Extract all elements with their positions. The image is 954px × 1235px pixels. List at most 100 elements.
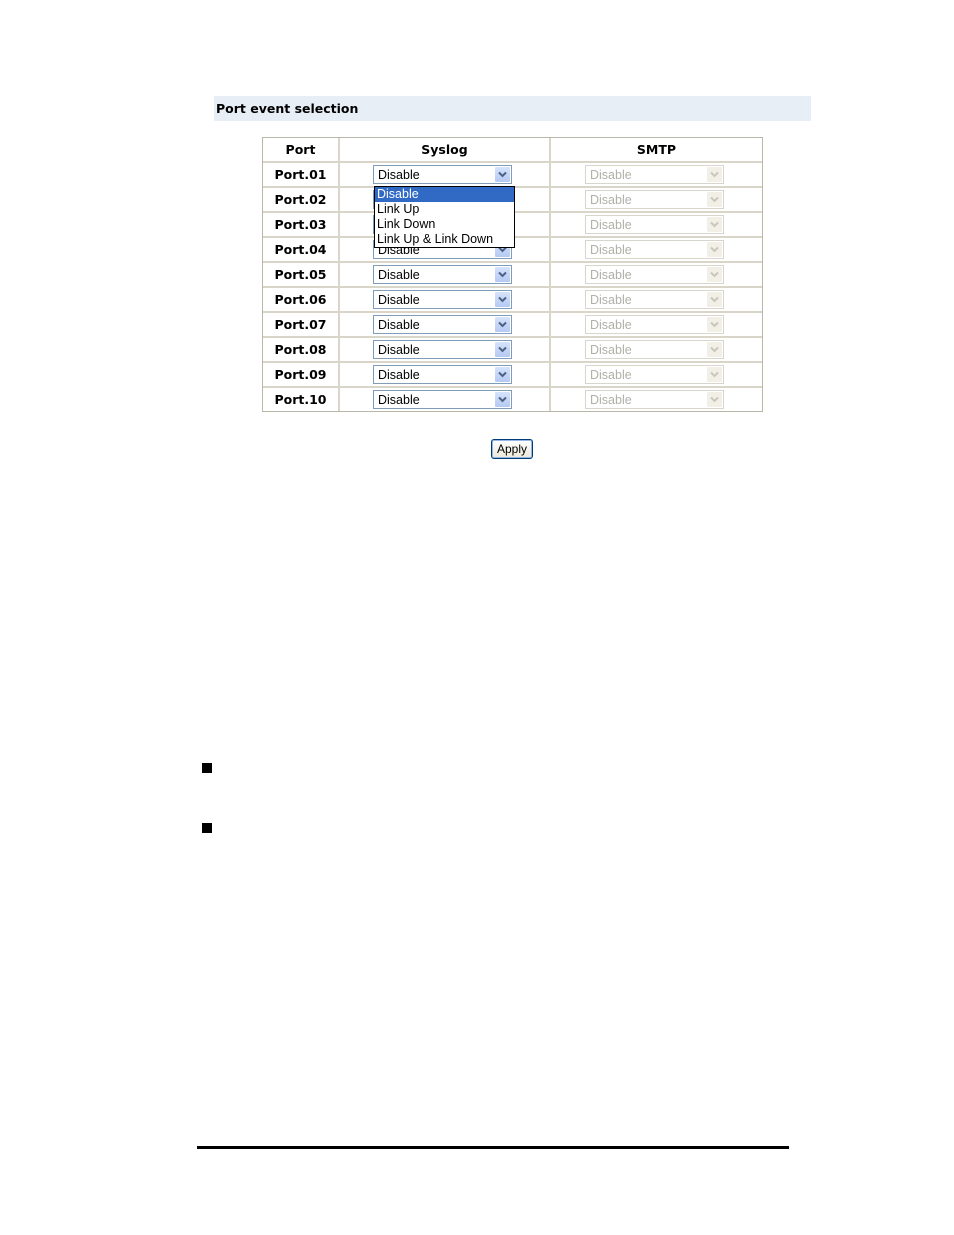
bullet-square-icon	[202, 823, 212, 833]
smtp-select: Disable	[585, 340, 724, 359]
dropdown-option[interactable]: Link Down	[375, 217, 514, 232]
syslog-select[interactable]: Disable	[373, 365, 512, 384]
chevron-down-icon[interactable]	[495, 392, 510, 407]
chevron-down-icon[interactable]	[495, 317, 510, 332]
syslog-select-value: Disable	[378, 168, 420, 182]
smtp-select-value: Disable	[590, 393, 632, 407]
table-row-port-06: Port.06 Disable Disable	[263, 288, 762, 313]
syslog-select[interactable]: Disable	[373, 290, 512, 309]
smtp-cell: Disable	[551, 313, 762, 338]
port-name: Port.03	[263, 213, 340, 238]
footer-divider	[197, 1146, 789, 1149]
chevron-down-icon	[707, 392, 722, 407]
port-event-table: Port Syslog SMTP Port.01 Disable Disable	[262, 137, 763, 412]
smtp-select: Disable	[585, 290, 724, 309]
chevron-down-icon[interactable]	[495, 367, 510, 382]
syslog-select-value: Disable	[378, 393, 420, 407]
smtp-cell: Disable	[551, 188, 762, 213]
smtp-select-value: Disable	[590, 293, 632, 307]
dropdown-option[interactable]: Link Up & Link Down	[375, 232, 514, 247]
dropdown-option[interactable]: Disable	[375, 187, 514, 202]
smtp-cell: Disable	[551, 238, 762, 263]
table-header-row: Port Syslog SMTP	[263, 138, 762, 163]
section-title: Port event selection	[216, 101, 359, 116]
syslog-select[interactable]: Disable	[373, 165, 512, 184]
syslog-cell: Disable	[340, 363, 551, 388]
smtp-cell: Disable	[551, 363, 762, 388]
table-row-port-10: Port.10 Disable Disable	[263, 388, 762, 411]
syslog-select-value: Disable	[378, 368, 420, 382]
syslog-cell: Disable	[340, 313, 551, 338]
port-name: Port.07	[263, 313, 340, 338]
chevron-down-icon	[707, 342, 722, 357]
column-header-smtp: SMTP	[551, 138, 762, 163]
column-header-syslog: Syslog	[340, 138, 551, 163]
smtp-select: Disable	[585, 390, 724, 409]
syslog-cell: Disable	[340, 388, 551, 411]
apply-button[interactable]: Apply	[491, 439, 533, 459]
smtp-select-value: Disable	[590, 343, 632, 357]
smtp-select-value: Disable	[590, 218, 632, 232]
dropdown-option[interactable]: Link Up	[375, 202, 514, 217]
smtp-select: Disable	[585, 315, 724, 334]
smtp-cell: Disable	[551, 163, 762, 188]
chevron-down-icon[interactable]	[495, 292, 510, 307]
chevron-down-icon[interactable]	[495, 167, 510, 182]
smtp-select: Disable	[585, 240, 724, 259]
smtp-select: Disable	[585, 215, 724, 234]
chevron-down-icon[interactable]	[495, 267, 510, 282]
smtp-select-value: Disable	[590, 168, 632, 182]
smtp-cell: Disable	[551, 388, 762, 411]
smtp-select-value: Disable	[590, 243, 632, 257]
syslog-select-value: Disable	[378, 293, 420, 307]
chevron-down-icon	[707, 367, 722, 382]
syslog-select-value: Disable	[378, 268, 420, 282]
smtp-select-value: Disable	[590, 268, 632, 282]
table-row-port-01: Port.01 Disable Disable	[263, 163, 762, 188]
port-name: Port.04	[263, 238, 340, 263]
bullet-square-icon	[202, 763, 212, 773]
chevron-down-icon	[707, 267, 722, 282]
syslog-cell: Disable	[340, 288, 551, 313]
syslog-select[interactable]: Disable	[373, 265, 512, 284]
port-name: Port.01	[263, 163, 340, 188]
chevron-down-icon	[707, 317, 722, 332]
syslog-cell: Disable	[340, 338, 551, 363]
chevron-down-icon	[707, 192, 722, 207]
smtp-cell: Disable	[551, 263, 762, 288]
smtp-select-value: Disable	[590, 368, 632, 382]
port-name: Port.06	[263, 288, 340, 313]
port-name: Port.08	[263, 338, 340, 363]
smtp-select: Disable	[585, 190, 724, 209]
syslog-dropdown-list[interactable]: Disable Link Up Link Down Link Up & Link Do…	[374, 186, 515, 248]
syslog-cell: Disable	[340, 163, 551, 188]
syslog-select-value: Disable	[378, 343, 420, 357]
smtp-cell: Disable	[551, 213, 762, 238]
port-name: Port.09	[263, 363, 340, 388]
syslog-select[interactable]: Disable	[373, 340, 512, 359]
syslog-select[interactable]: Disable	[373, 315, 512, 334]
table-row-port-08: Port.08 Disable Disable	[263, 338, 762, 363]
chevron-down-icon	[707, 292, 722, 307]
section-header: Port event selection	[214, 96, 811, 121]
table-row-port-09: Port.09 Disable Disable	[263, 363, 762, 388]
chevron-down-icon	[707, 242, 722, 257]
port-name: Port.10	[263, 388, 340, 411]
smtp-select: Disable	[585, 265, 724, 284]
smtp-select-value: Disable	[590, 193, 632, 207]
table-row-port-05: Port.05 Disable Disable	[263, 263, 762, 288]
port-name: Port.02	[263, 188, 340, 213]
syslog-select-value: Disable	[378, 318, 420, 332]
smtp-cell: Disable	[551, 338, 762, 363]
table-row-port-07: Port.07 Disable Disable	[263, 313, 762, 338]
smtp-select: Disable	[585, 165, 724, 184]
column-header-port: Port	[263, 138, 340, 163]
chevron-down-icon	[707, 167, 722, 182]
smtp-cell: Disable	[551, 288, 762, 313]
syslog-cell: Disable	[340, 263, 551, 288]
syslog-select[interactable]: Disable	[373, 390, 512, 409]
smtp-select-value: Disable	[590, 318, 632, 332]
smtp-select: Disable	[585, 365, 724, 384]
port-name: Port.05	[263, 263, 340, 288]
chevron-down-icon[interactable]	[495, 342, 510, 357]
